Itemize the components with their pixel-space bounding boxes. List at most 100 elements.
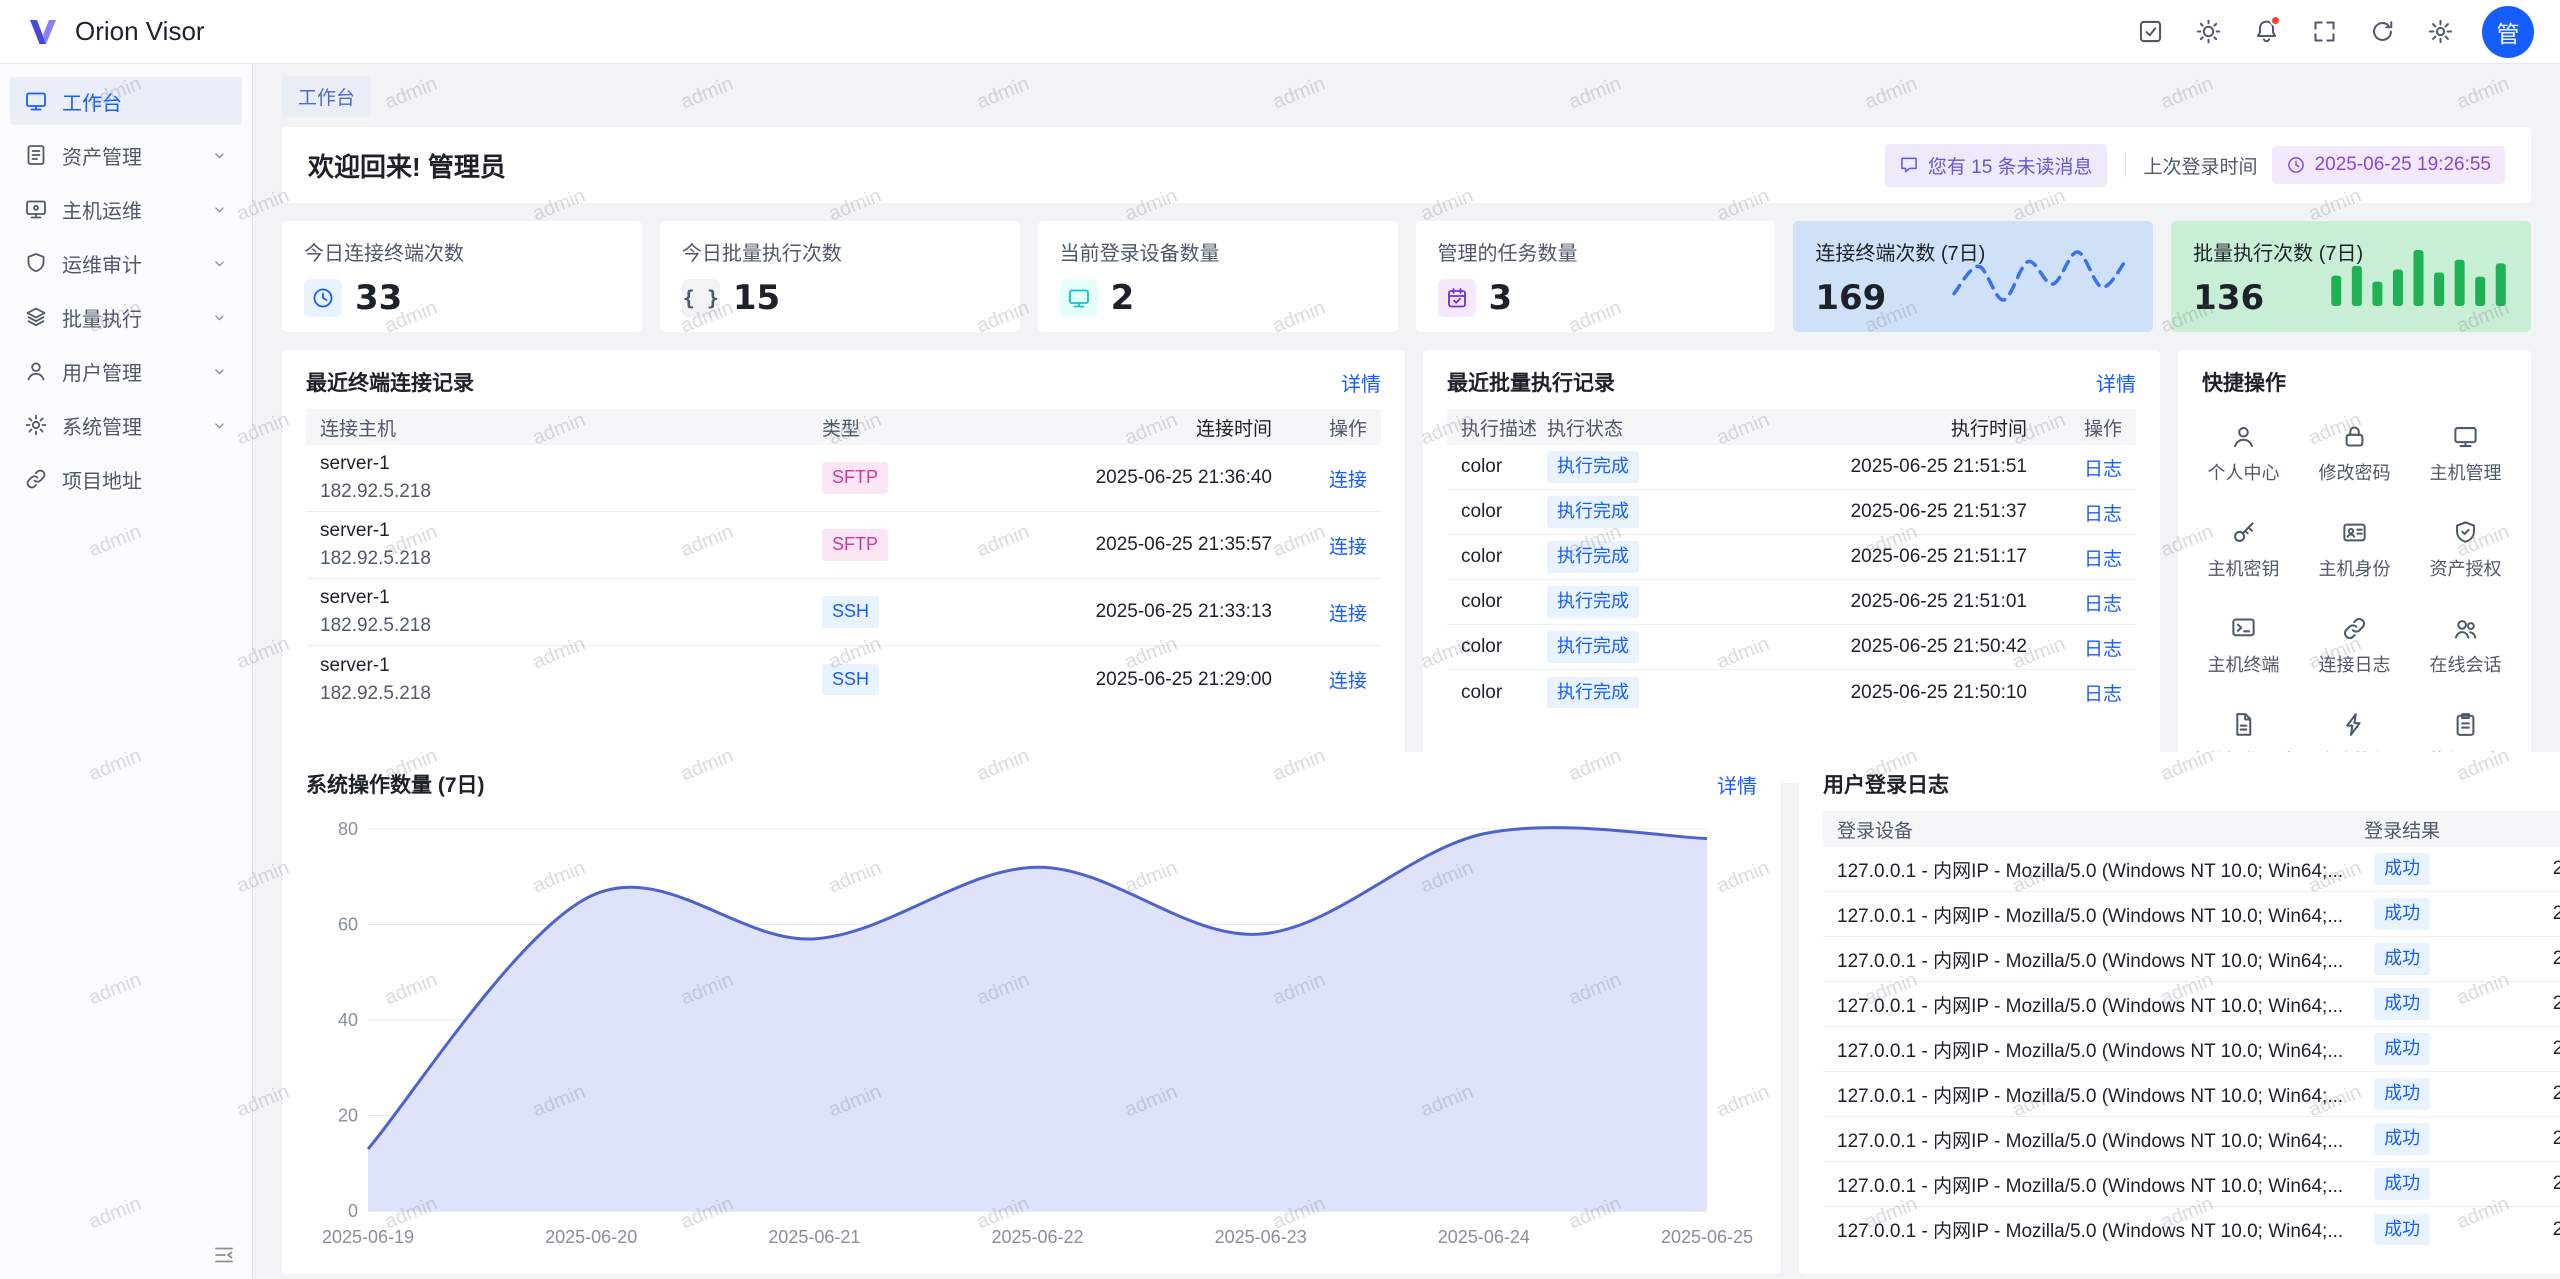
sidebar-item-6[interactable]: 系统管理 [10,401,242,449]
column-header: 执行时间 [1717,414,2027,441]
quick-action-7[interactable]: 连接日志 [2299,615,2410,677]
sidebar-item-label: 项目地址 [62,465,228,494]
protocol-tag: SSH [822,664,879,695]
sidebar-item-4[interactable]: 批量执行 [10,293,242,341]
quick-action-1[interactable]: 修改密码 [2299,423,2410,485]
log-link[interactable]: 日志 [2084,684,2122,705]
quick-action-0[interactable]: 个人中心 [2188,423,2299,485]
system-operations-chart: 0204060802025-06-192025-06-202025-06-212… [306,815,1757,1255]
connect-link[interactable]: 连接 [1329,470,1367,491]
column-header: 类型 [822,414,962,441]
quick-action-8[interactable]: 在线会话 [2410,615,2521,677]
table-row: server-1182.92.5.218SFTP2025-06-25 21:35… [306,512,1381,579]
theme-button[interactable] [2184,8,2232,56]
batch-records-detail-link[interactable]: 详情 [2096,368,2136,397]
sidebar-menu: 工作台资产管理主机运维运维审计批量执行用户管理系统管理项目地址 [0,74,252,506]
log-link[interactable]: 日志 [2084,504,2122,525]
login-result-tag: 成功 [2374,1123,2430,1154]
notifications-button[interactable] [2242,8,2290,56]
clock-icon [304,279,342,317]
login-time: 2025-05-29 19:43:57 [2461,993,2560,1015]
terminal-records-detail-link[interactable]: 详情 [1341,368,1381,397]
sidebar-item-5[interactable]: 用户管理 [10,347,242,395]
shield-icon [24,251,48,275]
connect-link[interactable]: 连接 [1329,604,1367,625]
svg-text:2025-06-24: 2025-06-24 [1438,1227,1530,1247]
user-avatar[interactable]: 管 [2482,6,2534,58]
quick-action-2[interactable]: 主机管理 [2410,423,2521,485]
monitor-icon [24,197,48,221]
sidebar-item-1[interactable]: 资产管理 [10,131,242,179]
breadcrumb-row: 工作台 [282,76,2531,117]
exec-time: 2025-06-25 21:51:37 [1717,501,2027,523]
exec-description: color [1461,456,1547,478]
stat-card-5: 批量执行次数 (7日)136 [2171,221,2531,332]
connect-link[interactable]: 连接 [1329,671,1367,692]
sidebar-item-label: 用户管理 [62,357,197,386]
guide-button[interactable] [2126,8,2174,56]
chart-title: 系统操作数量 (7日) [306,769,485,799]
svg-text:2025-06-22: 2025-06-22 [991,1227,1083,1247]
welcome-card: 欢迎回来! 管理员 您有 15 条未读消息 上次登录时间 2025-06-25 … [282,127,2531,203]
sidebar-item-3[interactable]: 运维审计 [10,239,242,287]
log-link[interactable]: 日志 [2084,549,2122,570]
connect-time: 2025-06-25 21:33:13 [962,601,1272,623]
guide-icon [2137,18,2164,45]
quick-action-4[interactable]: 主机身份 [2299,519,2410,581]
table-header: 登录设备登录结果登录时间 [1823,811,2560,847]
login-device: 127.0.0.1 - 内网IP - Mozilla/5.0 (Windows … [1837,856,2343,883]
quick-action-5[interactable]: 资产授权 [2410,519,2521,581]
sidebar-item-7[interactable]: 项目地址 [10,455,242,503]
chart-detail-link[interactable]: 详情 [1717,770,1757,799]
user-icon [2230,423,2257,450]
quick-actions-grid: 个人中心修改密码主机管理主机密钥主机身份资产授权主机终端连接日志在线会话文件操作… [2178,409,2531,783]
stat-label: 当前登录设备数量 [1060,237,1376,266]
log-link[interactable]: 日志 [2084,594,2122,615]
svg-text:60: 60 [338,915,358,935]
sidebar-item-label: 运维审计 [62,249,197,278]
host-ip: 182.92.5.218 [320,681,822,707]
connect-time: 2025-06-25 21:36:40 [962,467,1272,489]
fullscreen-button[interactable] [2300,8,2348,56]
host-name: server-1 [320,518,822,544]
settings-button[interactable] [2416,8,2464,56]
desktop-icon [2452,423,2479,450]
quick-action-label: 主机终端 [2208,651,2280,677]
chevron-down-icon [211,363,228,380]
sidebar-footer [0,1231,252,1279]
quick-action-6[interactable]: 主机终端 [2188,615,2299,677]
sidebar-item-0[interactable]: 工作台 [10,77,242,125]
collapse-sidebar-icon[interactable] [212,1243,236,1267]
login-log-card: 用户登录日志 详情 登录设备登录结果登录时间127.0.0.1 - 内网IP -… [1799,752,2560,1274]
breadcrumb[interactable]: 工作台 [282,76,371,117]
quick-action-3[interactable]: 主机密钥 [2188,519,2299,581]
login-result-tag: 成功 [2374,1033,2430,1064]
batch-records-card: 最近批量执行记录 详情 执行描述执行状态执行时间操作color执行完成2025-… [1423,350,2160,783]
log-link[interactable]: 日志 [2084,459,2122,480]
refresh-button[interactable] [2358,8,2406,56]
protocol-tag: SFTP [822,462,888,493]
unread-messages-badge[interactable]: 您有 15 条未读消息 [1885,144,2107,187]
main-layout: 工作台资产管理主机运维运维审计批量执行用户管理系统管理项目地址 工作台 欢迎回来… [0,64,2560,1279]
table-row: color执行完成2025-06-25 21:51:01日志 [1447,580,2136,625]
stat-value: 169 [1815,278,1886,318]
terminal-records-card: 最近终端连接记录 详情 连接主机类型连接时间操作server-1182.92.5… [282,350,1405,783]
quick-action-label: 资产授权 [2430,555,2502,581]
app-logo-icon [26,14,62,50]
user-icon [24,359,48,383]
column-header: 执行描述 [1461,414,1547,441]
topbar: Orion Visor 管 [0,0,2560,64]
table-row: color执行完成2025-06-25 21:50:42日志 [1447,625,2136,670]
chevron-down-icon [211,201,228,218]
column-header: 操作 [2027,414,2122,441]
notification-dot [2270,15,2281,26]
table-row: 127.0.0.1 - 内网IP - Mozilla/5.0 (Windows … [1823,1162,2560,1207]
exec-time: 2025-06-25 21:51:51 [1717,456,2027,478]
svg-text:40: 40 [338,1010,358,1030]
chevron-down-icon [211,147,228,164]
log-link[interactable]: 日志 [2084,639,2122,660]
connect-link[interactable]: 连接 [1329,537,1367,558]
login-result-tag: 成功 [2374,1214,2430,1245]
sidebar-item-2[interactable]: 主机运维 [10,185,242,233]
exec-time: 2025-06-25 21:51:01 [1717,591,2027,613]
